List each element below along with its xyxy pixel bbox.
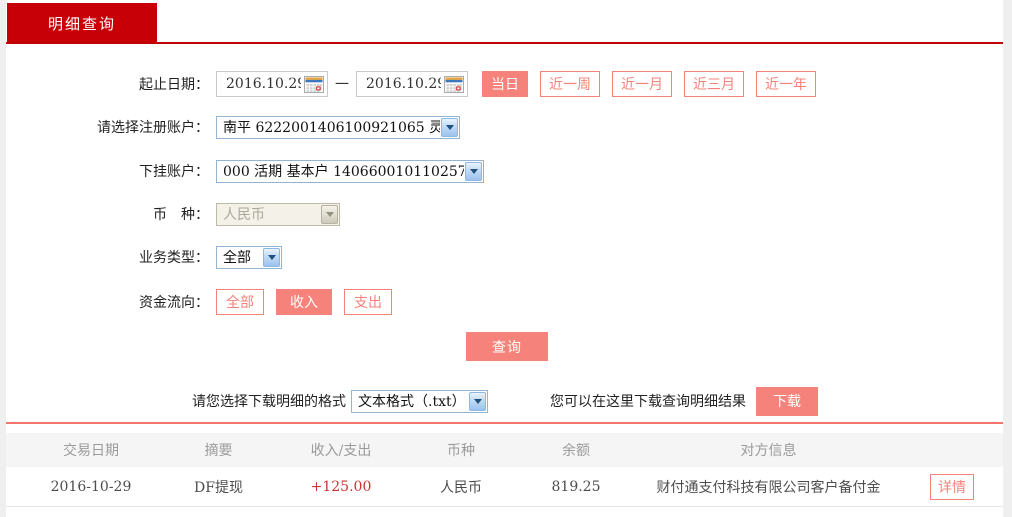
cell-balance: 819.25 [551, 478, 601, 495]
download-format-select[interactable]: 文本格式（.txt） [351, 389, 488, 413]
business-type-label: 业务类型： [139, 250, 209, 266]
linked-account-label: 下挂账户： [139, 164, 209, 180]
cell-summary: DF提现 [194, 479, 243, 496]
header-summary: 摘要 [204, 443, 233, 459]
fund-flow-expense-button[interactable]: 支出 [344, 289, 392, 315]
register-account-select[interactable]: 南平 6222001406100921065 灵通卡 [216, 115, 460, 139]
quick-range-week-button[interactable]: 近一周 [540, 71, 600, 97]
download-format-label: 请您选择下载明细的格式 [192, 394, 346, 410]
cell-counterparty: 财付通支付科技有限公司客户备付金 [656, 479, 881, 496]
business-type-row: 业务类型： 全部 [6, 245, 1003, 269]
cell-trade-date: 2016-10-29 [50, 478, 132, 495]
header-divider [6, 42, 1003, 44]
header-trade-date: 交易日期 [63, 443, 119, 459]
fund-flow-label: 资金流向： [139, 295, 209, 311]
detail-button[interactable]: 详情 [930, 473, 974, 500]
chevron-down-icon [263, 247, 280, 267]
date-range-label: 起止日期： [139, 77, 209, 93]
chevron-down-icon [441, 117, 458, 137]
start-date-input[interactable] [217, 73, 301, 95]
header-counterparty: 对方信息 [740, 443, 797, 459]
register-account-value: 南平 6222001406100921065 灵通卡 [223, 120, 440, 136]
quick-range-today-button[interactable]: 当日 [482, 71, 528, 97]
register-account-label: 请选择注册账户： [97, 120, 209, 136]
linked-account-value: 000 活期 基本户 1406600101102571848 [223, 164, 464, 180]
query-button[interactable]: 查询 [466, 332, 548, 361]
business-type-select[interactable]: 全部 [216, 245, 282, 269]
download-format-value: 文本格式（.txt） [358, 394, 466, 410]
fund-flow-all-button[interactable]: 全部 [216, 289, 264, 315]
download-button[interactable]: 下载 [756, 386, 818, 416]
header-currency: 币种 [447, 443, 475, 459]
date-separator: 一 [335, 77, 349, 93]
register-account-row: 请选择注册账户： 南平 6222001406100921065 灵通卡 [6, 115, 1003, 139]
business-type-value: 全部 [223, 250, 251, 266]
chevron-down-icon [465, 161, 482, 181]
table-row: 2016-10-29 DF提现 +125.00 人民币 819.25 财付通支付… [6, 467, 1003, 507]
chevron-down-icon [321, 204, 338, 224]
page-content: 明细查询 起止日期： 一 [6, 0, 1003, 517]
tab-detail-query[interactable]: 明细查询 [7, 3, 157, 43]
start-date-box [216, 71, 328, 97]
table-header-row: 交易日期 摘要 收入/支出 币种 余额 对方信息 [6, 433, 1003, 467]
currency-label: 币 种： [153, 207, 209, 223]
currency-row: 币 种： 人民币 [6, 202, 1003, 226]
currency-value: 人民币 [223, 207, 265, 223]
table-top-divider [6, 422, 1003, 424]
header-income-expense: 收入/支出 [310, 443, 372, 459]
calendar-icon[interactable] [444, 76, 464, 93]
results-table: 交易日期 摘要 收入/支出 币种 余额 对方信息 2016-10-29 DF提现… [6, 433, 1003, 507]
header-balance: 余额 [562, 443, 590, 459]
linked-account-row: 下挂账户： 000 活期 基本户 1406600101102571848 [6, 159, 1003, 183]
date-range-row: 起止日期： 一 [6, 70, 1003, 98]
end-date-input[interactable] [357, 73, 441, 95]
cell-amount: +125.00 [310, 478, 372, 495]
linked-account-select[interactable]: 000 活期 基本户 1406600101102571848 [216, 159, 484, 183]
download-hint: 您可以在这里下载查询明细结果 [550, 394, 746, 410]
calendar-icon[interactable] [304, 76, 324, 93]
currency-select: 人民币 [216, 202, 340, 226]
fund-flow-row: 资金流向： 全部 收入 支出 [6, 288, 1003, 316]
quick-range-month-button[interactable]: 近一月 [612, 71, 672, 97]
fund-flow-income-button[interactable]: 收入 [276, 289, 332, 315]
cell-currency: 人民币 [440, 479, 482, 496]
download-row: 请您选择下载明细的格式 文本格式（.txt） 您可以在这里下载查询明细结果 下载 [6, 386, 1003, 416]
chevron-down-icon [469, 391, 486, 411]
quick-range-year-button[interactable]: 近一年 [756, 71, 816, 97]
end-date-box [356, 71, 468, 97]
tab-label: 明细查询 [47, 14, 116, 33]
quick-range-3months-button[interactable]: 近三月 [684, 71, 744, 97]
